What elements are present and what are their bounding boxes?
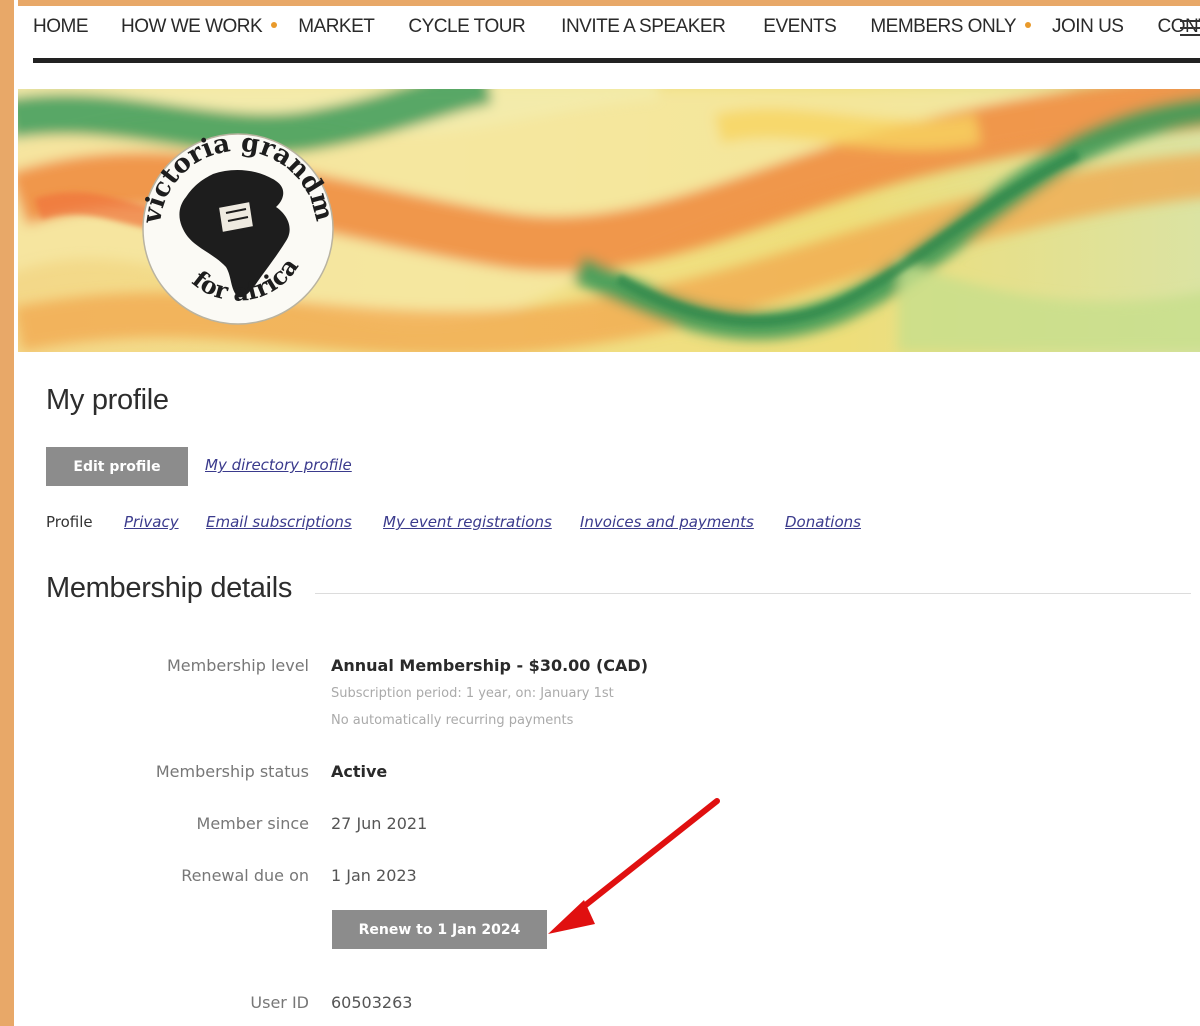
- membership-status-label: Membership status: [155, 762, 309, 781]
- tab-privacy[interactable]: Privacy: [124, 513, 179, 531]
- my-directory-profile-link[interactable]: My directory profile: [205, 456, 352, 474]
- nav-item-home[interactable]: HOME: [33, 16, 89, 38]
- hamburger-menu-icon[interactable]: [1180, 20, 1200, 38]
- tab-my-event-registrations[interactable]: My event registrations: [383, 513, 552, 531]
- page-title: My profile: [46, 384, 169, 416]
- tab-email-subscriptions[interactable]: Email subscriptions: [206, 513, 352, 531]
- tab-donations[interactable]: Donations: [785, 513, 861, 531]
- nav-item-join-us[interactable]: JOIN US: [1052, 16, 1124, 38]
- nav-item-events[interactable]: EVENTS: [763, 16, 837, 38]
- banner-artwork: victoria grandmothers for africa: [18, 89, 1200, 352]
- membership-level-value: Annual Membership - $30.00 (CAD): [331, 656, 649, 675]
- header-banner: victoria grandmothers for africa: [18, 89, 1200, 352]
- dropdown-dot-icon: [271, 22, 278, 28]
- tab-profile[interactable]: Profile: [46, 513, 93, 531]
- nav-item-market[interactable]: MARKET: [298, 16, 375, 38]
- renew-button[interactable]: Renew to 1 Jan 2024: [332, 910, 547, 949]
- nav-divider: [33, 58, 1200, 63]
- nav-item-cycle-tour[interactable]: CYCLE TOUR: [408, 16, 525, 38]
- nav-item-how-we-work[interactable]: HOW WE WORK: [121, 16, 263, 38]
- section-divider: [315, 593, 1191, 594]
- section-title: Membership details: [46, 572, 293, 604]
- membership-level-label: Membership level: [166, 656, 309, 675]
- subscription-period: Subscription period: 1 year, on: January…: [331, 686, 614, 701]
- tab-invoices-and-payments[interactable]: Invoices and payments: [580, 513, 754, 531]
- renewal-due-label: Renewal due on: [181, 866, 309, 885]
- page: HOME HOW WE WORK MARKET CYCLE TOUR INVIT…: [18, 6, 1200, 1026]
- nav-item-members-only[interactable]: MEMBERS ONLY: [870, 16, 1016, 38]
- member-since-value: 27 Jun 2021: [331, 814, 428, 833]
- renewal-due-value: 1 Jan 2023: [331, 866, 417, 885]
- nav-items: HOME HOW WE WORK MARKET CYCLE TOUR INVIT…: [33, 16, 1200, 38]
- member-since-label: Member since: [196, 814, 309, 833]
- edit-profile-button[interactable]: Edit profile: [46, 447, 188, 486]
- recurring-payments-note: No automatically recurring payments: [331, 713, 574, 728]
- user-id-label: User ID: [250, 993, 309, 1012]
- top-navigation: HOME HOW WE WORK MARKET CYCLE TOUR INVIT…: [18, 6, 1200, 63]
- nav-item-invite-a-speaker[interactable]: INVITE A SPEAKER: [561, 16, 726, 38]
- dropdown-dot-icon: [1025, 22, 1032, 28]
- membership-status-value: Active: [331, 762, 388, 781]
- user-id-value: 60503263: [331, 993, 413, 1012]
